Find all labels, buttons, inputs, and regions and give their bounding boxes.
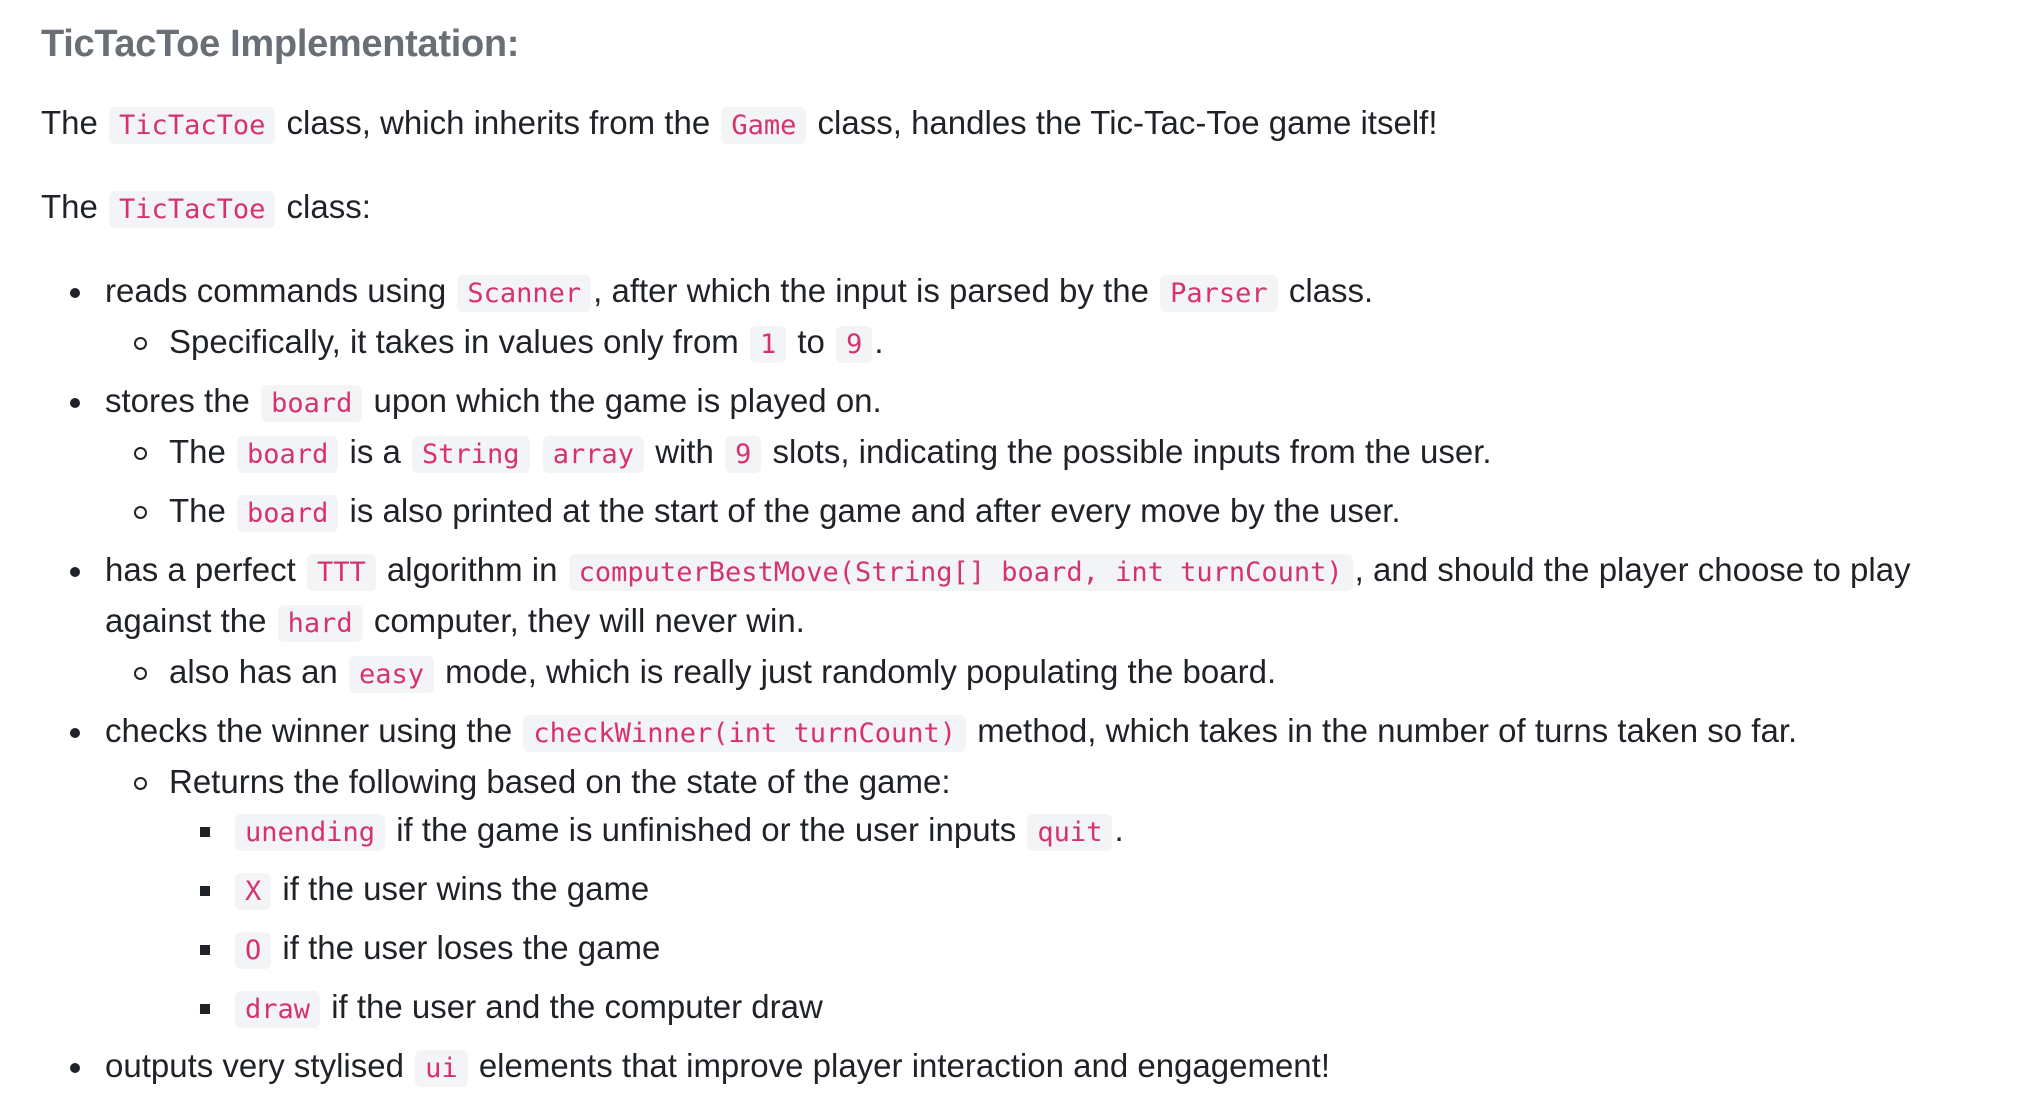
- text: if the game is unfinished or the user in…: [387, 811, 1026, 848]
- inline-code: board: [261, 385, 363, 422]
- text: has a perfect: [105, 551, 305, 588]
- text: also has an: [169, 653, 347, 690]
- text: slots, indicating the possible inputs fr…: [763, 433, 1492, 470]
- sub-list-item: The board is a String array with 9 slots…: [105, 428, 2021, 479]
- inline-code: TTT: [306, 554, 376, 591]
- intro-paragraph: The TicTacToe class, which inherits from…: [41, 99, 2021, 150]
- list-item: outputs very stylised ui elements that i…: [41, 1042, 2021, 1093]
- inline-code: hard: [277, 605, 363, 642]
- inline-code: checkWinner(int turnCount): [523, 715, 967, 752]
- text: if the user loses the game: [273, 929, 661, 966]
- inline-code: board: [237, 495, 339, 532]
- inline-code: easy: [348, 656, 434, 693]
- text: The: [169, 492, 236, 529]
- text: checks the winner using the: [105, 712, 522, 749]
- list-item: checks the winner using the checkWinner(…: [41, 707, 2021, 1034]
- text: if the user and the computer draw: [322, 988, 823, 1025]
- section-heading: TicTacToe Implementation:: [41, 23, 520, 65]
- inline-code: Parser: [1160, 275, 1278, 312]
- text: if the user wins the game: [273, 870, 650, 907]
- text: Specifically, it takes in values only fr…: [169, 323, 748, 360]
- sub-list: Specifically, it takes in values only fr…: [105, 318, 2021, 369]
- return-value-item: draw if the user and the computer draw: [169, 983, 2021, 1034]
- text: mode, which is really just randomly popu…: [436, 653, 1277, 690]
- inline-code: draw: [235, 991, 321, 1028]
- sub-list-item: also has an easy mode, which is really j…: [105, 648, 2021, 699]
- return-values-list: unending if the game is unfinished or th…: [169, 806, 2021, 1034]
- text: is also printed at the start of the game…: [340, 492, 1401, 529]
- inline-code: array: [542, 436, 645, 473]
- text: class:: [277, 188, 371, 225]
- text: The: [169, 433, 236, 470]
- sub-list: Returns the following based on the state…: [105, 758, 2021, 1034]
- inline-code: 9: [725, 436, 762, 473]
- sub-list-item: Specifically, it takes in values only fr…: [105, 318, 2021, 369]
- text: The: [41, 188, 108, 225]
- text: to: [788, 323, 835, 360]
- class-paragraph: The TicTacToe class:: [41, 183, 2021, 234]
- text: .: [1114, 811, 1124, 848]
- sub-list: also has an easy mode, which is really j…: [105, 648, 2021, 699]
- text: is a: [340, 433, 411, 470]
- list-item: has a perfect TTT algorithm in computerB…: [41, 546, 2021, 699]
- inline-code: 9: [836, 326, 873, 363]
- return-value-item: O if the user loses the game: [169, 924, 2021, 975]
- text: computer, they will never win.: [364, 602, 805, 639]
- text: Returns the following based on the state…: [169, 763, 951, 800]
- return-value-item: X if the user wins the game: [169, 865, 2021, 916]
- text: class.: [1279, 272, 1374, 309]
- inline-code: TicTacToe: [109, 107, 276, 144]
- return-value-item: unending if the game is unfinished or th…: [169, 806, 2021, 857]
- sub-list: The board is a String array with 9 slots…: [105, 428, 2021, 538]
- document: TicTacToe Implementation: The TicTacToe …: [41, 0, 2021, 1101]
- inline-code: quit: [1027, 814, 1113, 851]
- inline-code: Scanner: [457, 275, 592, 312]
- text: class, which inherits from the: [277, 104, 720, 141]
- text: class, handles the Tic-Tac-Toe game itse…: [808, 104, 1438, 141]
- inline-code: 1: [749, 326, 787, 363]
- list-item: stores the board upon which the game is …: [41, 377, 2021, 538]
- inline-code: String: [412, 436, 530, 473]
- inline-code: computerBestMove(String[] board, int tur…: [568, 554, 1353, 591]
- text: method, which takes in the number of tur…: [968, 712, 1798, 749]
- text: stores the: [105, 382, 260, 419]
- inline-code: TicTacToe: [109, 191, 276, 228]
- text: algorithm in: [377, 551, 567, 588]
- text: The: [41, 104, 108, 141]
- text: , after which the input is parsed by the: [593, 272, 1159, 309]
- inline-code: O: [235, 932, 272, 969]
- text: .: [874, 323, 884, 360]
- text: upon which the game is played on.: [364, 382, 882, 419]
- inline-code: X: [235, 873, 272, 910]
- sub-list-item: The board is also printed at the start o…: [105, 487, 2021, 538]
- list-item: reads commands using Scanner, after whic…: [41, 267, 2021, 369]
- inline-code: unending: [235, 814, 386, 851]
- text: with: [646, 433, 724, 470]
- inline-code: board: [237, 436, 339, 473]
- inline-code: ui: [415, 1050, 468, 1087]
- sub-list-item: Returns the following based on the state…: [105, 758, 2021, 1034]
- inline-code: Game: [721, 107, 807, 144]
- feature-list: reads commands using Scanner, after whic…: [41, 267, 2021, 1093]
- text: reads commands using: [105, 272, 456, 309]
